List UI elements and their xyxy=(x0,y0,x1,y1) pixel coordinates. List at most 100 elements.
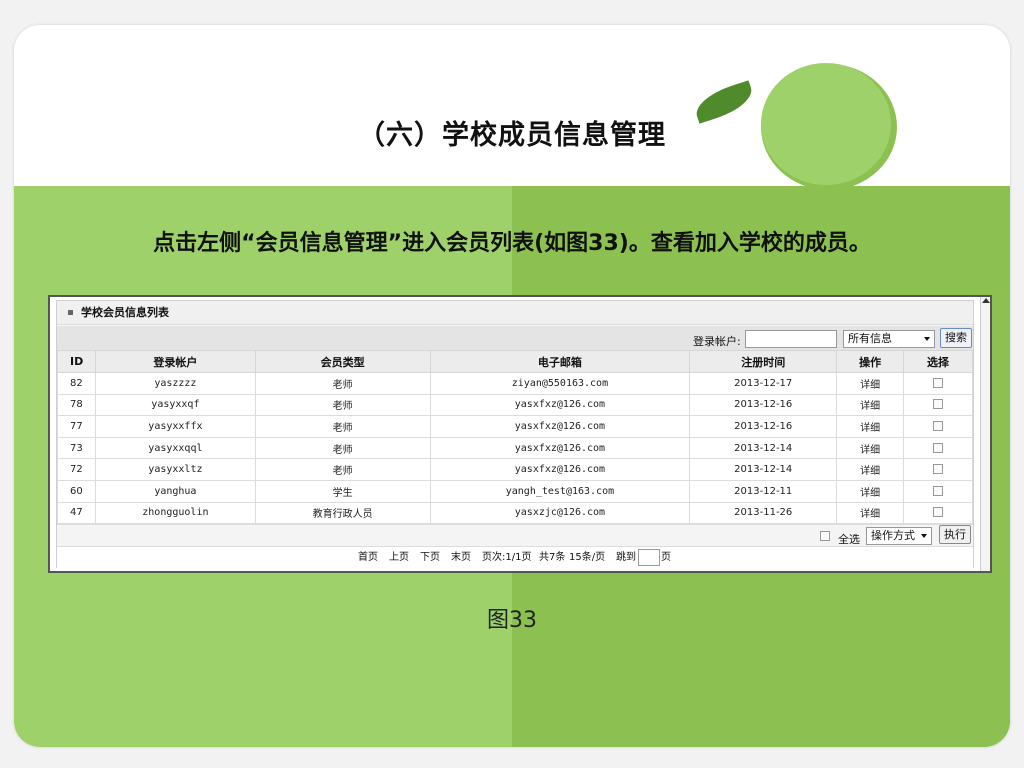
cell-account[interactable]: yasyxxqf xyxy=(94,393,256,417)
table-row: 72 yasyxxltz 老师 yasxfxz@126.com 2013-12-14 详细 xyxy=(57,458,973,481)
cell-type: 老师 xyxy=(254,458,431,481)
slide-title: （六）学校成员信息管理 xyxy=(358,120,666,151)
cell-select xyxy=(903,436,973,460)
operation-select-value: 操作方式 xyxy=(871,529,915,542)
pagination: 首页 上页 下页 末页 页次:1/1页 共7条 15条/页 跳到 页 xyxy=(57,546,973,568)
row-checkbox[interactable] xyxy=(933,464,944,475)
last-page-link[interactable]: 末页 xyxy=(451,547,471,569)
cell-date: 2013-12-11 xyxy=(689,479,838,503)
row-checkbox[interactable] xyxy=(933,485,944,496)
cell-select xyxy=(903,501,973,525)
cell-detail-link[interactable]: 详细 xyxy=(836,393,905,417)
cell-email: yasxzjc@126.com xyxy=(429,501,691,525)
table-row: 47 zhongguolin 教育行政人员 yasxzjc@126.com 2013-1… xyxy=(57,501,973,525)
operation-select[interactable]: 操作方式 xyxy=(866,527,932,545)
row-checkbox[interactable] xyxy=(933,442,944,453)
cell-detail-link[interactable]: 详细 xyxy=(836,479,905,503)
cell-date: 2013-12-16 xyxy=(689,415,838,438)
cell-email: yasxfxz@126.com xyxy=(429,458,691,481)
search-label: 登录帐户: xyxy=(693,335,741,348)
row-checkbox[interactable] xyxy=(933,507,944,518)
cell-type: 老师 xyxy=(254,393,431,417)
cell-select xyxy=(903,479,973,503)
cell-account[interactable]: yanghua xyxy=(94,479,256,503)
bullet-icon xyxy=(68,310,73,315)
filter-select[interactable]: 所有信息 xyxy=(843,330,935,348)
row-checkbox[interactable] xyxy=(933,420,944,431)
select-all-checkbox[interactable] xyxy=(820,531,830,541)
table-row: 82 yaszzzz 老师 ziyan@550163.com 2013-12-17 详细 xyxy=(57,372,973,395)
cell-email: yasxfxz@126.com xyxy=(429,415,691,438)
prev-page-link[interactable]: 上页 xyxy=(389,547,409,569)
scroll-up-arrow-icon[interactable] xyxy=(982,298,990,303)
filter-select-value: 所有信息 xyxy=(848,332,892,345)
row-checkbox[interactable] xyxy=(933,399,944,410)
page-info: 页次:1/1页 xyxy=(482,552,532,563)
panel-title: 学校会员信息列表 xyxy=(81,306,169,319)
slide: （六）学校成员信息管理 点击左侧“会员信息管理”进入会员列表(如图33)。查看加… xyxy=(14,25,1010,747)
cell-id: 78 xyxy=(57,393,96,417)
cell-detail-link[interactable]: 详细 xyxy=(836,436,905,460)
col-header-type: 会员类型 xyxy=(254,350,431,373)
cell-email: yangh_test@163.com xyxy=(429,479,691,503)
member-list-panel: 学校会员信息列表 登录帐户: 所有信息 搜索 ID 登录帐户 会员类型 电子邮箱… xyxy=(56,300,974,568)
cell-id: 72 xyxy=(57,458,96,481)
bulk-ops-bar: 全选 操作方式 执行 xyxy=(57,524,973,546)
jump-page-input[interactable] xyxy=(638,549,660,566)
panel-header: 学校会员信息列表 xyxy=(57,301,973,325)
cell-date: 2013-11-26 xyxy=(689,501,838,525)
jump-label: 跳到 xyxy=(616,552,636,563)
embedded-screenshot: 学校会员信息列表 登录帐户: 所有信息 搜索 ID 登录帐户 会员类型 电子邮箱… xyxy=(48,295,992,573)
search-button[interactable]: 搜索 xyxy=(940,328,972,348)
col-header-email: 电子邮箱 xyxy=(429,350,691,373)
cell-id: 47 xyxy=(57,501,96,525)
table-row: 73 yasyxxqql 老师 yasxfxz@126.com 2013-12-14 详细 xyxy=(57,436,973,460)
dropdown-arrow-icon xyxy=(921,534,927,538)
cell-id: 73 xyxy=(57,436,96,460)
cell-detail-link[interactable]: 详细 xyxy=(836,415,905,438)
execute-button[interactable]: 执行 xyxy=(939,525,971,544)
cell-detail-link[interactable]: 详细 xyxy=(836,372,905,395)
col-header-select: 选择 xyxy=(903,350,973,373)
cell-detail-link[interactable]: 详细 xyxy=(836,458,905,481)
account-search-input[interactable] xyxy=(745,330,837,348)
cell-date: 2013-12-14 xyxy=(689,458,838,481)
table-row: 60 yanghua 学生 yangh_test@163.com 2013-12-11 详… xyxy=(57,479,973,503)
cell-type: 老师 xyxy=(254,436,431,460)
next-page-link[interactable]: 下页 xyxy=(420,547,440,569)
cell-email: yasxfxz@126.com xyxy=(429,393,691,417)
cell-id: 77 xyxy=(57,415,96,438)
cell-date: 2013-12-16 xyxy=(689,393,838,417)
select-all-label: 全选 xyxy=(838,533,860,546)
dropdown-arrow-icon xyxy=(924,337,930,341)
cell-type: 老师 xyxy=(254,372,431,395)
table-header-row: ID 登录帐户 会员类型 电子邮箱 注册时间 操作 选择 xyxy=(57,350,973,373)
cell-detail-link[interactable]: 详细 xyxy=(836,501,905,525)
cell-account[interactable]: yaszzzz xyxy=(94,372,256,395)
table-row: 78 yasyxxqf 老师 yasxfxz@126.com 2013-12-16 详细 xyxy=(57,393,973,417)
search-bar: 登录帐户: 所有信息 搜索 xyxy=(57,326,973,350)
total-count: 共7条 xyxy=(539,552,566,563)
cell-account[interactable]: yasyxxqql xyxy=(94,436,256,460)
cell-select xyxy=(903,415,973,438)
figure-caption: 图33 xyxy=(487,608,537,633)
per-page: 15条/页 xyxy=(569,552,606,563)
cell-account[interactable]: zhongguolin xyxy=(94,501,256,525)
col-header-id: ID xyxy=(57,350,96,373)
cell-id: 60 xyxy=(57,479,96,503)
col-header-account: 登录帐户 xyxy=(94,350,256,373)
cell-type: 老师 xyxy=(254,415,431,438)
cell-type: 教育行政人员 xyxy=(254,501,431,525)
cell-type: 学生 xyxy=(254,479,431,503)
cell-account[interactable]: yasyxxltz xyxy=(94,458,256,481)
vertical-scrollbar[interactable] xyxy=(980,297,990,571)
cell-date: 2013-12-14 xyxy=(689,436,838,460)
cell-email: yasxfxz@126.com xyxy=(429,436,691,460)
table-row: 77 yasyxxffx 老师 yasxfxz@126.com 2013-12-16 详细 xyxy=(57,415,973,438)
slide-instruction: 点击左侧“会员信息管理”进入会员列表(如图33)。查看加入学校的成员。 xyxy=(153,231,871,256)
first-page-link[interactable]: 首页 xyxy=(358,547,378,569)
cell-account[interactable]: yasyxxffx xyxy=(94,415,256,438)
row-checkbox[interactable] xyxy=(933,377,944,388)
page-suffix: 页 xyxy=(661,552,671,563)
cell-select xyxy=(903,393,973,417)
